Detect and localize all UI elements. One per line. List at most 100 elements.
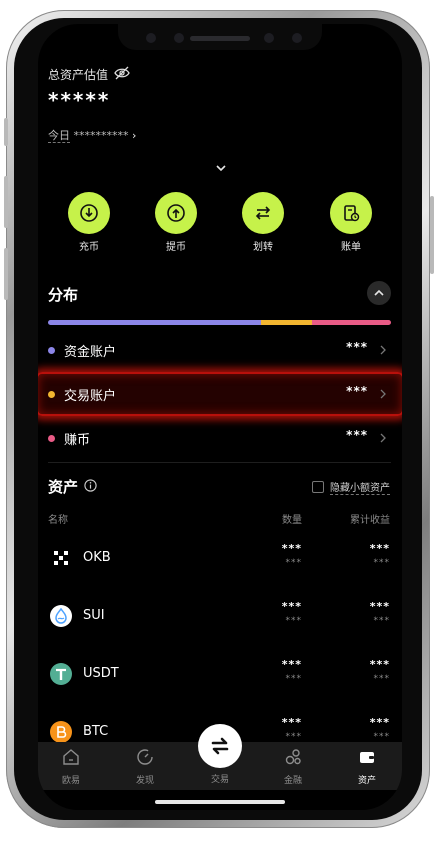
total-assets-value: *****	[48, 88, 111, 112]
hide-small-checkbox[interactable]	[312, 481, 324, 493]
bill-label: 账单	[341, 242, 361, 253]
column-header-qty: 数量	[282, 515, 302, 526]
column-header-name: 名称	[48, 515, 68, 526]
asset-pnl: ***	[369, 716, 390, 729]
sensor-far-right	[292, 33, 302, 43]
asset-pnl-sub: ***	[373, 674, 390, 684]
asset-qty: ***	[281, 600, 302, 613]
account-row-trading[interactable]: 交易账户 ***	[38, 375, 402, 413]
asset-qty-sub: ***	[285, 616, 302, 626]
asset-row-usdt[interactable]: USDT *** *** *** ***	[38, 654, 402, 712]
hide-small-assets-toggle[interactable]: 隐藏小额资产	[312, 479, 390, 495]
today-label: 今日	[48, 129, 70, 143]
chevron-right-icon	[380, 389, 386, 399]
total-assets-label: 总资产估值	[48, 68, 109, 82]
today-pnl[interactable]: 今日 ********** ›	[48, 127, 136, 143]
asset-qty: ***	[281, 542, 302, 555]
asset-qty-sub: ***	[285, 558, 302, 568]
collapse-button[interactable]	[367, 281, 391, 305]
asset-qty: ***	[281, 658, 302, 671]
deposit-circle	[68, 192, 110, 234]
discover-icon	[137, 749, 153, 765]
side-button-silent	[4, 118, 8, 146]
asset-pnl: ***	[369, 600, 390, 613]
asset-row-okb[interactable]: OKB *** *** *** ***	[38, 538, 402, 596]
distribution-bar	[48, 320, 391, 325]
withdraw-circle	[155, 192, 197, 234]
trade-icon	[211, 737, 229, 755]
info-icon[interactable]	[84, 479, 97, 492]
distribution-segment	[48, 320, 261, 325]
usdt-logo	[56, 668, 66, 680]
asset-qty-sub: ***	[285, 732, 302, 742]
transfer-button[interactable]: 划转	[233, 192, 293, 253]
home-icon	[63, 749, 79, 765]
asset-symbol: USDT	[83, 666, 119, 681]
assets-title: 资产	[48, 478, 79, 496]
withdraw-icon	[167, 204, 185, 222]
asset-symbol: OKB	[83, 550, 111, 565]
account-name: 资金账户	[64, 345, 117, 360]
chevron-right-icon	[380, 345, 386, 355]
side-button-volume-down	[4, 248, 8, 300]
tab-discover[interactable]: 发现	[118, 748, 172, 786]
front-camera	[146, 33, 156, 43]
asset-pnl-sub: ***	[373, 616, 390, 626]
eye-off-icon[interactable]	[114, 66, 130, 80]
btc-logo	[57, 726, 67, 738]
asset-pnl: ***	[369, 658, 390, 671]
usdt-icon	[50, 663, 72, 685]
bill-circle	[330, 192, 372, 234]
tab-home[interactable]: 欧易	[44, 748, 98, 786]
side-button-power	[430, 196, 434, 274]
asset-row-sui[interactable]: SUI *** *** *** ***	[38, 596, 402, 654]
btc-icon	[50, 721, 72, 743]
account-dot	[48, 347, 55, 354]
account-row-funding[interactable]: 资金账户 ***	[38, 331, 402, 369]
okb-icon	[50, 547, 72, 569]
transfer-label: 划转	[253, 242, 273, 253]
sensor-right	[264, 33, 274, 43]
tab-label: 金融	[283, 776, 302, 786]
account-name: 交易账户	[64, 389, 117, 404]
sui-logo	[55, 608, 67, 624]
asset-symbol: BTC	[83, 724, 109, 739]
account-value: ***	[346, 384, 368, 398]
today-value: **********	[73, 129, 129, 142]
okb-logo	[54, 551, 68, 565]
deposit-label: 充币	[79, 242, 99, 253]
sui-icon	[50, 605, 72, 627]
asset-qty: ***	[281, 716, 302, 729]
withdraw-button[interactable]: 提币	[146, 192, 206, 253]
asset-pnl-sub: ***	[373, 732, 390, 742]
bill-button[interactable]: 账单	[321, 192, 381, 253]
asset-pnl: ***	[369, 542, 390, 555]
chevron-right-icon	[380, 433, 386, 443]
screen: 总资产估值 ***** 今日 ********** › 充币 提币 划转 账单 …	[38, 24, 402, 810]
finance-icon	[285, 749, 301, 765]
account-name: 赚币	[64, 433, 91, 448]
tab-trade-button[interactable]	[198, 724, 242, 768]
distribution-title: 分布	[48, 286, 79, 304]
transfer-circle	[242, 192, 284, 234]
tab-label: 发现	[135, 776, 154, 786]
divider	[48, 462, 391, 463]
distribution-segment	[260, 320, 313, 325]
chevron-right-icon: ›	[132, 129, 137, 142]
tab-assets[interactable]: 资产	[340, 748, 394, 786]
bill-icon	[344, 205, 360, 222]
notch	[118, 24, 322, 50]
tab-finance[interactable]: 金融	[266, 748, 320, 786]
account-value: ***	[346, 428, 368, 442]
account-dot	[48, 391, 55, 398]
account-value: ***	[346, 340, 368, 354]
speaker	[190, 36, 250, 41]
chevron-down-icon[interactable]	[216, 164, 226, 172]
deposit-icon	[80, 204, 98, 222]
transfer-icon	[255, 206, 271, 220]
account-dot	[48, 435, 55, 442]
deposit-button[interactable]: 充币	[59, 192, 119, 253]
tab-label: 欧易	[61, 776, 80, 786]
asset-pnl-sub: ***	[373, 558, 390, 568]
account-row-earn[interactable]: 赚币 ***	[38, 419, 402, 457]
